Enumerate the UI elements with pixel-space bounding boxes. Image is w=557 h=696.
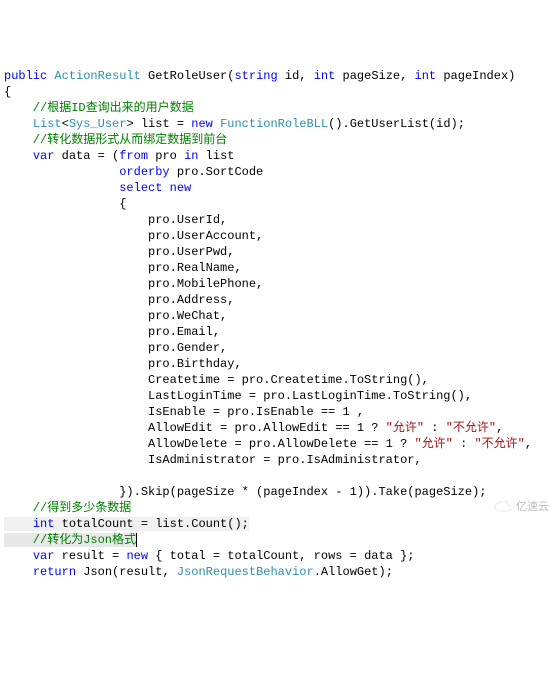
keyword-public: public bbox=[4, 69, 47, 83]
watermark-text: 亿速云 bbox=[516, 499, 549, 515]
comment-count: //得到多少条数据 bbox=[4, 501, 131, 515]
type-functionrolebll: FunctionRoleBLL bbox=[220, 117, 328, 131]
keyword-new: new bbox=[170, 181, 192, 195]
param-id: id, bbox=[278, 69, 314, 83]
param-pageindex: pageIndex) bbox=[436, 69, 515, 83]
keyword-orderby: orderby bbox=[119, 165, 169, 179]
prop-allowedit: AllowEdit = pro.AllowEdit == 1 ? "允许" : … bbox=[4, 421, 503, 435]
anon-open: { bbox=[4, 197, 126, 211]
prop-userid: pro.UserId, bbox=[4, 213, 227, 227]
prop-wechat: pro.WeChat, bbox=[4, 309, 227, 323]
in-list: list bbox=[198, 149, 234, 163]
allowget: .AllowGet); bbox=[314, 565, 393, 579]
prop-userpwd: pro.UserPwd, bbox=[4, 245, 234, 259]
cloud-icon bbox=[494, 501, 512, 513]
totalcount-assign: totalCount = list.Count(); bbox=[54, 517, 248, 531]
comment-json: //转化为Json格式 bbox=[4, 533, 136, 547]
data-assign: data = ( bbox=[54, 149, 119, 163]
watermark: 亿速云 bbox=[494, 499, 549, 515]
highlight-count-line: int totalCount = list.Count(); bbox=[4, 517, 249, 531]
keyword-var: var bbox=[33, 149, 55, 163]
prop-createtime: Createtime = pro.Createtime.ToString(), bbox=[4, 373, 429, 387]
prop-lastlogintime: LastLoginTime = pro.LastLoginTime.ToStri… bbox=[4, 389, 472, 403]
keyword-int: int bbox=[33, 517, 55, 531]
prop-mobilephone: pro.MobilePhone, bbox=[4, 277, 263, 291]
angle-open: < bbox=[62, 117, 69, 131]
keyword-string: string bbox=[234, 69, 277, 83]
type-sysuser: Sys_User bbox=[69, 117, 127, 131]
keyword-new: new bbox=[126, 549, 148, 563]
type-actionresult: ActionResult bbox=[54, 69, 140, 83]
return-json: Json(result, bbox=[76, 565, 177, 579]
param-pagesize: pageSize, bbox=[335, 69, 414, 83]
keyword-from: from bbox=[119, 149, 148, 163]
keyword-int: int bbox=[415, 69, 437, 83]
result-assign: result = bbox=[54, 549, 126, 563]
highlight-json-comment: //转化为Json格式 bbox=[4, 533, 137, 547]
type-jsonrequestbehavior: JsonRequestBehavior bbox=[177, 565, 314, 579]
call-getuserlist: ().GetUserList(id); bbox=[328, 117, 465, 131]
prop-isenable: IsEnable = pro.IsEnable == 1 , bbox=[4, 405, 364, 419]
code-block: public ActionResult GetRoleUser(string i… bbox=[4, 68, 553, 580]
keyword-var: var bbox=[33, 549, 55, 563]
prop-useraccount: pro.UserAccount, bbox=[4, 229, 263, 243]
prop-email: pro.Email, bbox=[4, 325, 220, 339]
skip-take: }).Skip(pageSize * (pageIndex - 1)).Take… bbox=[4, 485, 486, 499]
method-name: GetRoleUser( bbox=[141, 69, 235, 83]
comment-transform: //转化数据形式从而绑定数据到前台 bbox=[4, 133, 227, 147]
anon-result: { total = totalCount, rows = data }; bbox=[148, 549, 414, 563]
keyword-int: int bbox=[314, 69, 336, 83]
prop-address: pro.Address, bbox=[4, 293, 234, 307]
keyword-new: new bbox=[191, 117, 213, 131]
prop-isadministrator: IsAdministrator = pro.IsAdministrator, bbox=[4, 453, 422, 467]
prop-birthday: pro.Birthday, bbox=[4, 357, 242, 371]
prop-gender: pro.Gender, bbox=[4, 341, 227, 355]
comment-query: //根据ID查询出来的用户数据 bbox=[4, 101, 194, 115]
brace-open: { bbox=[4, 85, 11, 99]
caret-icon bbox=[136, 533, 137, 547]
keyword-select: select bbox=[119, 181, 162, 195]
keyword-in: in bbox=[184, 149, 198, 163]
keyword-return: return bbox=[33, 565, 76, 579]
list-decl: > list = bbox=[126, 117, 191, 131]
prop-realname: pro.RealName, bbox=[4, 261, 242, 275]
type-list: List bbox=[33, 117, 62, 131]
orderby-sortcode: pro.SortCode bbox=[170, 165, 264, 179]
from-pro: pro bbox=[148, 149, 184, 163]
prop-allowdelete: AllowDelete = pro.AllowDelete == 1 ? "允许… bbox=[4, 437, 532, 451]
